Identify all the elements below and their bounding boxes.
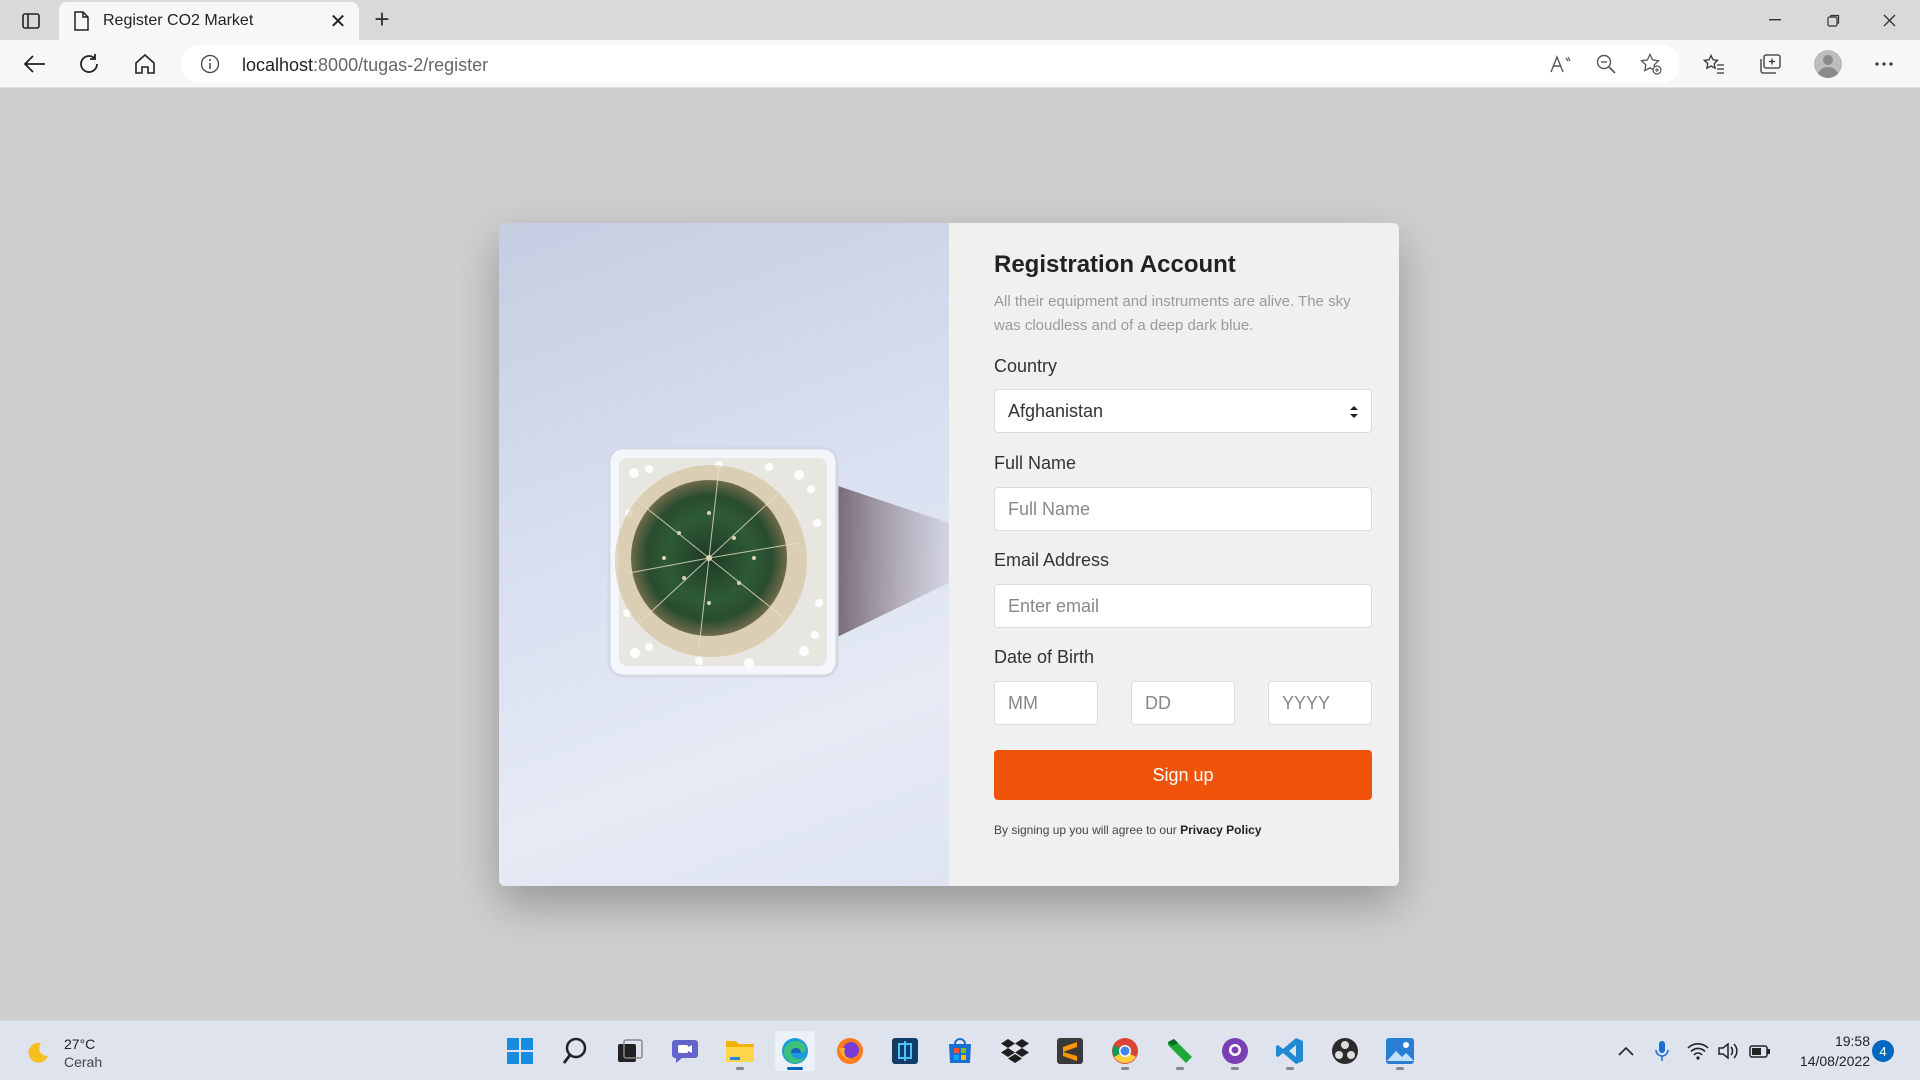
clock[interactable]: 19:58 14/08/2022 (1786, 1031, 1870, 1071)
collections-icon[interactable] (1750, 46, 1790, 82)
more-options-icon[interactable] (1864, 46, 1904, 82)
taskbar: 27°C Cerah 19:58 14/08/2022 4 (0, 1020, 1920, 1080)
url-text[interactable]: localhost:8000/tugas-2/register (242, 55, 488, 76)
url-host: localhost (242, 55, 314, 75)
new-tab-icon[interactable]: + (368, 4, 396, 34)
volume-icon[interactable] (1716, 1039, 1740, 1063)
clock-date: 14/08/2022 (1799, 1053, 1870, 1069)
refresh-icon[interactable] (70, 46, 108, 82)
weather-moon-icon (28, 1042, 48, 1063)
email-input[interactable]: Enter email (994, 584, 1372, 628)
photos-icon[interactable] (1380, 1031, 1420, 1071)
add-favorite-icon[interactable] (1635, 49, 1667, 79)
avatar (1814, 50, 1842, 78)
email-label: Email Address (994, 550, 1110, 570)
tab-strip: Register CO2 Market ✕ + (0, 0, 1920, 40)
cactus-image (499, 223, 949, 886)
select-arrows-icon (1350, 406, 1358, 418)
dropbox-icon[interactable] (995, 1031, 1035, 1071)
temperature: 27°C (64, 1036, 96, 1052)
navigation-bar: localhost:8000/tugas-2/register (0, 40, 1920, 88)
privacy-policy-link[interactable]: Privacy Policy (1180, 823, 1261, 837)
obs-studio-icon[interactable] (1325, 1031, 1365, 1071)
url-path: :8000/tugas-2/register (313, 55, 489, 75)
microphone-icon[interactable] (1650, 1039, 1674, 1063)
signup-button[interactable]: Sign up (994, 750, 1372, 800)
terms-text: By signing up you will agree to our Priv… (994, 823, 1262, 837)
page-icon (74, 11, 89, 31)
tab-title: Register CO2 Market (103, 12, 254, 29)
profile-avatar[interactable] (1808, 46, 1848, 82)
github-desktop-icon[interactable] (1215, 1031, 1255, 1071)
line-app-icon[interactable] (1160, 1031, 1200, 1071)
firefox-icon[interactable] (830, 1031, 870, 1071)
task-view-icon[interactable] (610, 1031, 650, 1071)
close-window-icon[interactable] (1866, 4, 1912, 36)
notification-badge[interactable]: 4 (1872, 1040, 1894, 1062)
weather-widget[interactable]: 27°C Cerah (24, 1035, 102, 1071)
form-title: Registration Account (994, 251, 1236, 278)
clock-time: 19:58 (1834, 1033, 1870, 1049)
remote-desktop-icon[interactable] (885, 1031, 925, 1071)
restore-icon[interactable] (1810, 4, 1856, 36)
back-icon[interactable] (16, 46, 54, 82)
file-explorer-icon[interactable] (720, 1031, 760, 1071)
home-icon[interactable] (126, 46, 164, 82)
close-tab-icon[interactable]: ✕ (327, 10, 349, 33)
search-icon[interactable] (555, 1031, 595, 1071)
running-indicator (736, 1067, 744, 1070)
chrome-icon[interactable] (1105, 1031, 1145, 1071)
vscode-icon[interactable] (1270, 1031, 1310, 1071)
country-label: Country (994, 356, 1058, 376)
tab-actions-icon[interactable] (14, 8, 48, 34)
dob-month-input[interactable]: MM (994, 681, 1098, 725)
wifi-icon[interactable] (1686, 1039, 1710, 1063)
form-subtitle: All their equipment and instruments are … (994, 293, 1351, 334)
battery-icon[interactable] (1748, 1039, 1772, 1063)
browser-tab[interactable]: Register CO2 Market ✕ (59, 2, 359, 40)
sublime-text-icon[interactable] (1050, 1031, 1090, 1071)
site-info-icon[interactable] (200, 54, 220, 74)
zoom-out-icon[interactable] (1590, 49, 1622, 79)
address-bar[interactable]: localhost:8000/tugas-2/register (180, 45, 1680, 83)
dob-year-input[interactable]: YYYY (1268, 681, 1372, 725)
running-indicator (1396, 1067, 1404, 1070)
read-aloud-icon[interactable] (1545, 49, 1577, 79)
country-select[interactable]: Afghanistan (994, 389, 1372, 433)
running-indicator (1176, 1067, 1184, 1070)
favorites-icon[interactable] (1694, 46, 1734, 82)
dob-day-input[interactable]: DD (1131, 681, 1235, 725)
country-value: Afghanistan (1008, 400, 1104, 421)
minimize-icon[interactable] (1752, 4, 1798, 36)
teams-chat-icon[interactable] (665, 1031, 705, 1071)
fullname-input[interactable]: Full Name (994, 487, 1372, 531)
fullname-label: Full Name (994, 453, 1077, 473)
start-icon[interactable] (500, 1031, 540, 1071)
running-indicator (1121, 1067, 1129, 1070)
running-indicator (787, 1067, 803, 1070)
registration-form: Registration Account All their equipment… (949, 223, 1399, 886)
microsoft-store-icon[interactable] (940, 1031, 980, 1071)
dob-label: Date of Birth (994, 647, 1095, 667)
edge-icon[interactable] (775, 1031, 815, 1071)
running-indicator (1231, 1067, 1239, 1070)
running-indicator (1286, 1067, 1294, 1070)
terms-prefix: By signing up you will agree to our (994, 823, 1181, 837)
weather-description: Cerah (64, 1054, 103, 1070)
registration-card: Registration Account All their equipment… (499, 223, 1399, 886)
show-hidden-icons-icon[interactable] (1614, 1039, 1638, 1063)
